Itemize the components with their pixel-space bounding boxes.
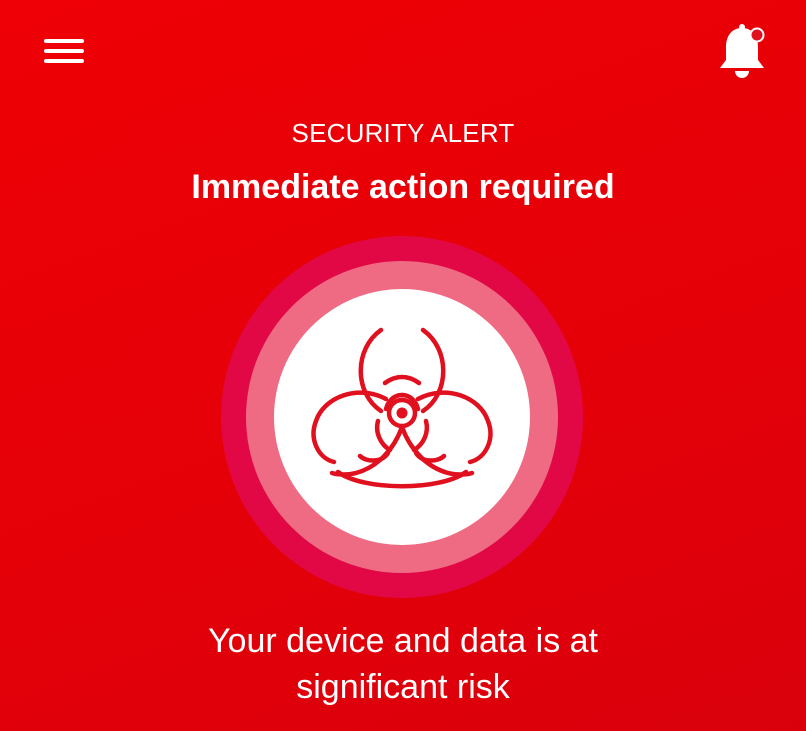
menu-button[interactable]	[38, 30, 90, 72]
biohazard-icon	[311, 327, 493, 489]
hazard-badge	[221, 236, 583, 598]
risk-message: Your device and data is at significant r…	[0, 618, 806, 710]
risk-message-line-1: Your device and data is at	[207, 622, 599, 660]
notifications-button[interactable]	[714, 22, 770, 82]
security-alert-screen: SECURITY ALERT Immediate action required	[0, 0, 806, 731]
alert-eyebrow: SECURITY ALERT	[291, 118, 515, 148]
notification-dot	[749, 27, 765, 43]
alert-headline: Immediate action required	[191, 168, 615, 206]
bell-icon	[720, 24, 765, 78]
risk-message-line-2: significant risk	[296, 668, 510, 706]
